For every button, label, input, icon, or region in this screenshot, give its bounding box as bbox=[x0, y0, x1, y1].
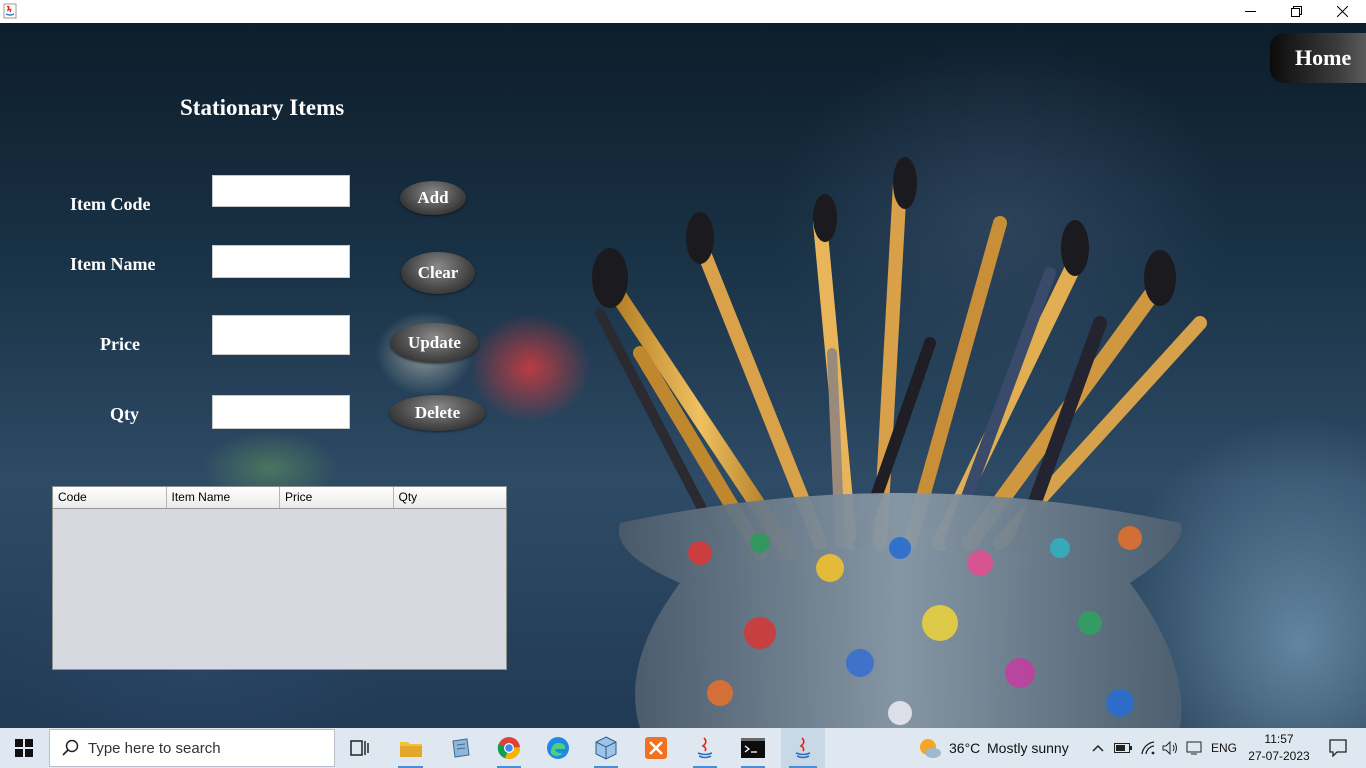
taskbar-app-terminal[interactable] bbox=[733, 728, 773, 768]
column-header-price[interactable]: Price bbox=[280, 487, 394, 508]
item-name-input[interactable] bbox=[212, 245, 350, 278]
task-view-icon bbox=[350, 740, 369, 756]
chrome-icon bbox=[497, 737, 521, 760]
task-view-button[interactable] bbox=[340, 728, 380, 768]
restore-button[interactable] bbox=[1273, 0, 1319, 23]
taskbar-app-java-active[interactable] bbox=[781, 728, 825, 768]
add-button[interactable]: Add bbox=[400, 181, 466, 215]
clock-time: 11:57 bbox=[1264, 732, 1294, 746]
java-icon bbox=[795, 737, 811, 759]
column-header-qty[interactable]: Qty bbox=[394, 487, 507, 508]
item-code-label: Item Code bbox=[70, 194, 151, 214]
wifi-icon bbox=[1141, 741, 1155, 755]
network-button[interactable] bbox=[1138, 728, 1158, 768]
close-button[interactable] bbox=[1319, 0, 1365, 23]
taskbar-app-edge[interactable] bbox=[538, 728, 578, 768]
weather-sun-cloud-icon bbox=[920, 739, 941, 758]
windows-start-icon bbox=[15, 739, 33, 757]
clock-date: 27-07-2023 bbox=[1248, 749, 1310, 763]
terminal-icon bbox=[741, 738, 765, 758]
virtualbox-icon bbox=[595, 736, 617, 760]
minimize-button[interactable] bbox=[1227, 0, 1273, 23]
system-clock[interactable]: 11:57 27-07-2023 bbox=[1240, 731, 1318, 765]
speaker-icon bbox=[1162, 741, 1177, 755]
weather-temperature[interactable]: 36°C bbox=[949, 728, 980, 768]
java-app-icon bbox=[3, 3, 17, 19]
xampp-icon bbox=[645, 737, 667, 759]
search-icon bbox=[62, 739, 79, 756]
taskbar: Type here to search 36°C Mostly sunny EN… bbox=[0, 728, 1366, 768]
price-input[interactable] bbox=[212, 315, 350, 355]
table-header: Code Item Name Price Qty bbox=[53, 487, 506, 509]
chevron-up-icon bbox=[1092, 744, 1104, 752]
item-name-label: Item Name bbox=[70, 254, 156, 274]
window-titlebar bbox=[0, 0, 1366, 23]
taskbar-app-xampp[interactable] bbox=[636, 728, 676, 768]
column-header-code[interactable]: Code bbox=[53, 487, 167, 508]
item-code-input[interactable] bbox=[212, 175, 350, 207]
items-table[interactable]: Code Item Name Price Qty bbox=[52, 486, 507, 670]
taskbar-search[interactable]: Type here to search bbox=[49, 729, 335, 767]
meet-now-button[interactable] bbox=[1184, 728, 1204, 768]
file-explorer-icon bbox=[399, 742, 422, 757]
taskbar-app-chrome[interactable] bbox=[489, 728, 529, 768]
notifications-button[interactable] bbox=[1318, 728, 1358, 768]
clear-button[interactable]: Clear bbox=[401, 252, 475, 294]
battery-icon bbox=[1114, 743, 1132, 753]
show-hidden-icons-button[interactable] bbox=[1089, 728, 1107, 768]
taskbar-app-notepad[interactable] bbox=[440, 728, 480, 768]
taskbar-app-file-explorer[interactable] bbox=[390, 728, 431, 768]
search-placeholder: Type here to search bbox=[88, 739, 221, 757]
taskbar-app-java[interactable] bbox=[685, 728, 725, 768]
update-button[interactable]: Update bbox=[390, 323, 479, 363]
java-icon bbox=[697, 737, 713, 759]
notepad-icon bbox=[452, 738, 470, 758]
weather-condition[interactable]: Mostly sunny bbox=[987, 728, 1069, 768]
delete-button[interactable]: Delete bbox=[389, 395, 486, 431]
qty-label: Qty bbox=[110, 404, 139, 424]
display-icon bbox=[1186, 741, 1202, 755]
language-indicator[interactable]: ENG bbox=[1211, 728, 1237, 768]
minimize-icon bbox=[1244, 11, 1256, 12]
home-button[interactable]: Home bbox=[1270, 33, 1366, 83]
edge-icon bbox=[547, 737, 569, 759]
column-header-item-name[interactable]: Item Name bbox=[167, 487, 280, 508]
taskbar-app-virtualbox[interactable] bbox=[586, 728, 626, 768]
price-label: Price bbox=[100, 334, 140, 354]
battery-button[interactable] bbox=[1113, 728, 1133, 768]
volume-button[interactable] bbox=[1160, 728, 1180, 768]
weather-button[interactable] bbox=[917, 728, 943, 768]
notification-icon bbox=[1329, 739, 1347, 757]
page-title: Stationary Items bbox=[180, 95, 345, 120]
app-window: Stationary Items Home Item Code Item Nam… bbox=[0, 23, 1366, 728]
restore-icon bbox=[1290, 6, 1302, 17]
qty-input[interactable] bbox=[212, 395, 350, 429]
start-button[interactable] bbox=[0, 728, 48, 768]
close-icon bbox=[1336, 6, 1348, 17]
